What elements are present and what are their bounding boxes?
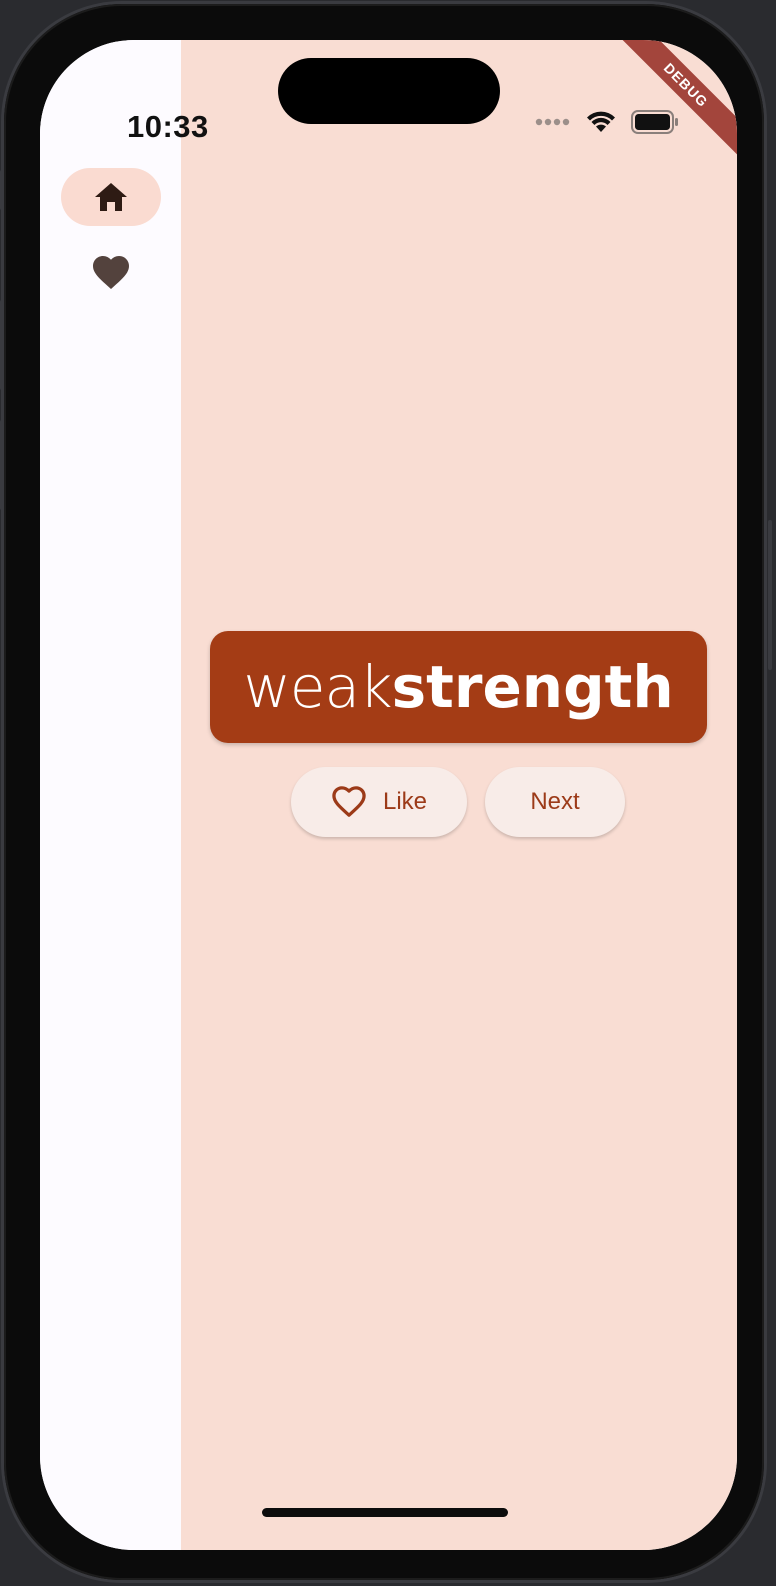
app-screen: 10:33 DEBUG weak strength Like Next: [40, 40, 737, 1550]
next-label: Next: [530, 788, 580, 815]
word-first: weak: [243, 653, 392, 721]
nav-item-favorites[interactable]: [61, 244, 161, 302]
heart-outline-icon: [332, 786, 366, 817]
heart-icon: [93, 256, 129, 289]
wifi-icon: [587, 111, 615, 132]
dynamic-island: [278, 58, 500, 124]
status-time: 10:33: [127, 109, 209, 144]
cellular-dots-icon: [535, 118, 570, 126]
word-second: strength: [391, 653, 674, 721]
like-button[interactable]: Like: [291, 767, 467, 837]
home-icon: [95, 183, 127, 211]
home-indicator[interactable]: [262, 1508, 508, 1517]
nav-item-home[interactable]: [61, 168, 161, 226]
next-button[interactable]: Next: [485, 767, 625, 837]
word-pair-card: weak strength: [210, 631, 707, 743]
navigation-rail: [40, 40, 181, 1550]
battery-icon: [631, 110, 678, 134]
device-frame: 10:33 DEBUG weak strength Like Next: [4, 4, 764, 1580]
like-label: Like: [382, 788, 428, 815]
status-icons: [535, 110, 679, 134]
power-button: [768, 520, 772, 670]
